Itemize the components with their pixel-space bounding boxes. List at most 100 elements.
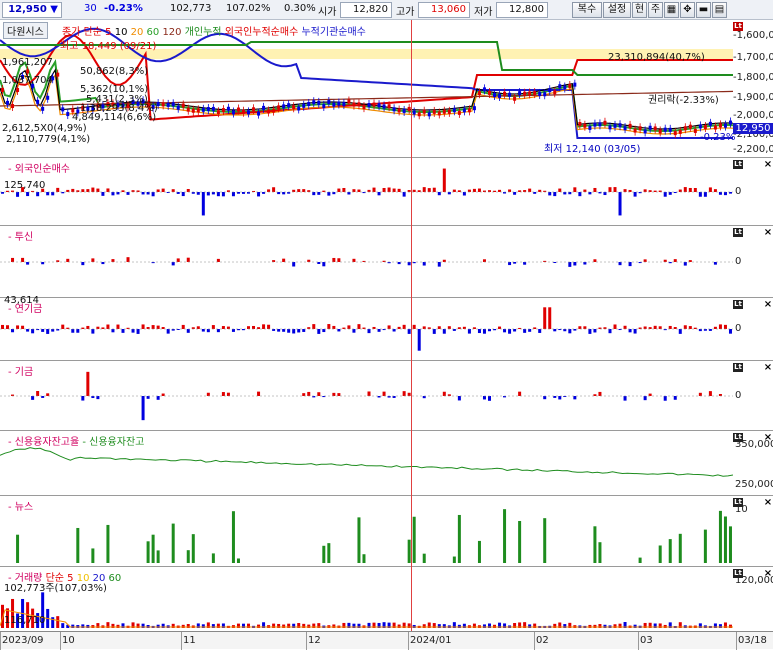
- move-icon[interactable]: ✥: [680, 2, 695, 18]
- ma-label-1: 50,862(8,3%): [80, 66, 149, 77]
- flow-bar: [708, 391, 712, 396]
- flow-bar: [36, 192, 40, 197]
- flow-bar: [543, 396, 547, 400]
- flow-bar: [698, 192, 702, 197]
- stock-name-tab[interactable]: 다원시스: [3, 22, 48, 39]
- news-bar: [723, 516, 727, 563]
- flow-bar: [553, 329, 557, 332]
- candle: [713, 125, 717, 130]
- candle: [226, 106, 230, 111]
- flow-bar: [327, 324, 331, 329]
- legend-item[interactable]: 외국인누적순매수: [225, 27, 302, 38]
- flow-bar: [307, 327, 311, 329]
- panel-settings-icon[interactable]: Lt: [733, 160, 743, 169]
- date-tick: [60, 632, 61, 650]
- candle: [292, 105, 296, 110]
- flow-bar: [96, 188, 100, 192]
- panel-etc[interactable]: - 기금: [0, 361, 733, 430]
- flow-bar: [337, 258, 341, 262]
- flow-bar: [688, 187, 692, 192]
- panel-close-icon[interactable]: ×: [763, 300, 773, 310]
- flow-bar: [643, 259, 647, 262]
- panel-pension[interactable]: - 연기금 43,614: [0, 295, 733, 360]
- flow-bar: [156, 396, 160, 400]
- window-icon[interactable]: ▤: [712, 2, 727, 18]
- panel-close-icon[interactable]: ×: [763, 160, 773, 170]
- legend-item[interactable]: 120: [162, 27, 184, 38]
- flow-bar: [703, 192, 707, 197]
- panel-foreign[interactable]: - 외국인순매수 125,740: [0, 158, 733, 225]
- panel-trust[interactable]: - 투신: [0, 226, 733, 297]
- volume-bar: [412, 624, 416, 628]
- flow-bar: [723, 192, 727, 196]
- flow-bar: [397, 326, 401, 329]
- news-bar: [518, 520, 522, 563]
- flow-bar: [196, 192, 200, 195]
- flow-bar: [713, 262, 717, 265]
- panel-settings-icon[interactable]: Lt: [733, 300, 743, 309]
- current-button[interactable]: 현: [632, 2, 647, 18]
- flow-bar: [528, 188, 532, 192]
- news-bar: [703, 529, 707, 563]
- flow-bar: [548, 192, 552, 196]
- flow-bar: [206, 392, 210, 396]
- flow-bar: [171, 189, 175, 192]
- multi-button[interactable]: 복수: [572, 2, 602, 18]
- candle: [186, 107, 190, 112]
- flow-bar: [26, 262, 30, 265]
- period-button[interactable]: 주: [648, 2, 663, 18]
- flow-bar: [312, 324, 316, 329]
- candle: [688, 124, 692, 129]
- flow-bar: [708, 329, 712, 331]
- flow-bar: [226, 326, 230, 329]
- flow-bar: [683, 325, 687, 329]
- flow-bar: [437, 262, 441, 267]
- legend-item[interactable]: 개인누적: [185, 27, 225, 38]
- candle: [487, 90, 491, 95]
- news-bar: [658, 545, 662, 563]
- panel-close-icon[interactable]: ×: [763, 228, 773, 238]
- flow-bar: [628, 329, 632, 333]
- flow-bar: [558, 396, 562, 400]
- zero-tick: 0: [735, 186, 742, 197]
- flow-bar: [106, 188, 110, 192]
- panel-news[interactable]: - 뉴스: [0, 496, 733, 566]
- panel-close-icon[interactable]: ×: [763, 363, 773, 373]
- legend-item[interactable]: 누적기관순매수: [301, 27, 365, 38]
- flow-bar: [21, 257, 25, 262]
- flow-bar: [352, 258, 356, 262]
- flow-bar: [41, 329, 45, 332]
- flow-bar: [583, 262, 587, 265]
- trust-axis: Lt × 0: [733, 226, 773, 297]
- flow-bar: [302, 329, 306, 332]
- grid-icon[interactable]: ▦: [664, 2, 679, 18]
- flow-bar: [628, 262, 632, 267]
- flow-bar: [523, 190, 527, 192]
- flow-bar: [648, 190, 652, 192]
- flow-bar: [352, 329, 356, 333]
- panel-settings-icon[interactable]: Lt: [733, 363, 743, 372]
- minus-icon[interactable]: ▬: [696, 2, 711, 18]
- flow-bar: [683, 262, 687, 266]
- flow-bar: [337, 188, 341, 192]
- settings-button[interactable]: 설정: [603, 2, 631, 18]
- panel-settings-icon[interactable]: Lt: [733, 228, 743, 237]
- date-label: 03: [640, 635, 653, 646]
- panel-close-icon[interactable]: ×: [763, 498, 773, 508]
- axis-bottom-tick: 250,000: [735, 479, 773, 490]
- flow-bar: [41, 262, 45, 265]
- flow-bar: [432, 187, 436, 192]
- candle: [457, 110, 461, 115]
- flow-bar: [302, 393, 306, 396]
- price-panel[interactable]: 다원시스 종가 단순 5 10 20 60 120 개인누적 외국인누적순매수 …: [0, 20, 735, 157]
- flow-bar: [6, 325, 10, 329]
- date-label: 2024/01: [410, 635, 452, 646]
- flow-bar: [508, 329, 512, 334]
- date-tick: [408, 632, 409, 650]
- candle: [703, 125, 707, 130]
- panel-credit[interactable]: - 신용융자잔고율 - 신용융자잔고: [0, 431, 733, 495]
- panel-volume[interactable]: - 거래량 단순 5 10 20 60 102,773주(107,03%) 116,…: [0, 567, 733, 631]
- zero-tick: 0: [735, 323, 742, 334]
- flow-bar: [166, 329, 170, 334]
- current-price: 12,950 ▼: [2, 2, 62, 18]
